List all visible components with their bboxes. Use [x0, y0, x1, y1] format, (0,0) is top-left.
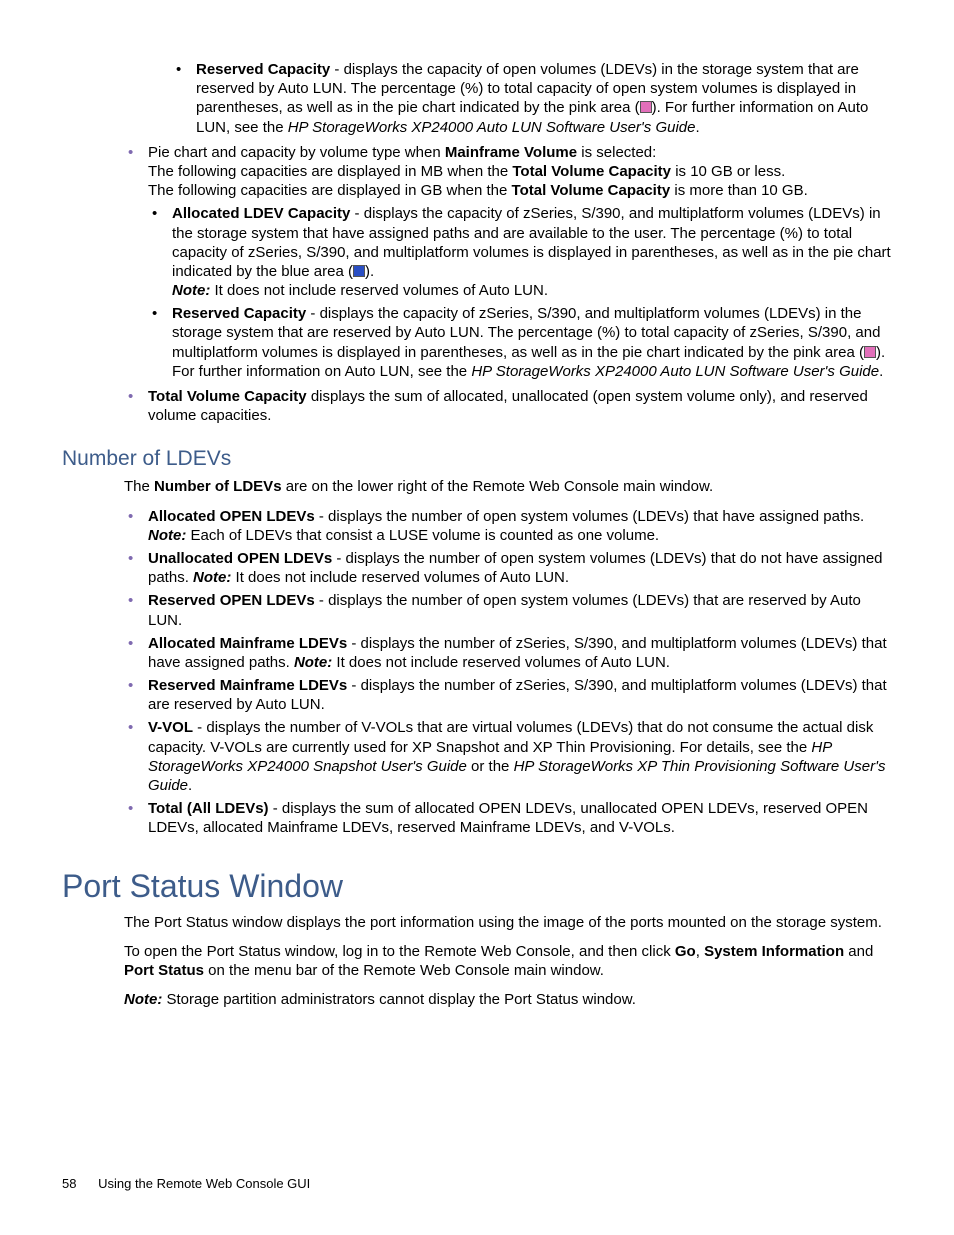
item-allocated-mainframe-ldevs: Allocated Mainframe LDEVs - displays the… — [124, 634, 892, 672]
label: Mainframe Volume — [445, 144, 577, 161]
footer-title: Using the Remote Web Console GUI — [98, 1176, 310, 1191]
port-p2: To open the Port Status window, log in t… — [124, 942, 892, 980]
item-reserved-mainframe-ldevs: Reserved Mainframe LDEVs - displays the … — [124, 676, 892, 714]
note-label: Note: — [294, 654, 332, 671]
label: Total Volume Capacity — [148, 388, 307, 405]
port-note: Note: Storage partition administrators c… — [124, 990, 892, 1009]
label: Reserved Capacity — [172, 305, 306, 322]
menu-system-information: System Information — [704, 943, 844, 960]
ldev-intro: The Number of LDEVs are on the lower rig… — [124, 477, 892, 496]
heading-port-status-window: Port Status Window — [62, 868, 892, 905]
heading-number-of-ldevs: Number of LDEVs — [62, 447, 892, 471]
text: and — [844, 943, 873, 960]
label: Reserved Capacity — [196, 61, 330, 78]
note-text: It does not include reserved volumes of … — [231, 569, 569, 586]
menu-port-status: Port Status — [124, 962, 204, 979]
page-footer: 58 Using the Remote Web Console GUI — [62, 1176, 310, 1191]
item-total-volume-capacity: Total Volume Capacity displays the sum o… — [124, 387, 892, 425]
note-label: Note: — [124, 991, 162, 1008]
label: Unallocated OPEN LDEVs — [148, 550, 332, 567]
note-text: It does not include reserved volumes of … — [332, 654, 670, 671]
item-allocated-ldev-capacity: Allocated LDEV Capacity - displays the c… — [148, 204, 892, 300]
note-label: Note: — [172, 282, 210, 299]
pink-swatch-icon — [640, 101, 652, 113]
item-pie-mainframe: Pie chart and capacity by volume type wh… — [124, 143, 892, 381]
page-number: 58 — [62, 1176, 76, 1191]
label: Number of LDEVs — [154, 478, 282, 495]
note-label: Note: — [193, 569, 231, 586]
text: - displays the number of open system vol… — [315, 508, 864, 525]
pink-swatch-icon — [864, 346, 876, 358]
label: V-VOL — [148, 719, 193, 736]
text: To open the Port Status window, log in t… — [124, 943, 675, 960]
text: The following capacities are displayed i… — [148, 182, 512, 199]
text: is more than 10 GB. — [670, 182, 808, 199]
text: ). — [365, 263, 374, 280]
text: are on the lower right of the Remote Web… — [282, 478, 714, 495]
item-reserved-capacity-open: Reserved Capacity - displays the capacit… — [172, 60, 892, 137]
item-reserved-open-ldevs: Reserved OPEN LDEVs - displays the numbe… — [124, 591, 892, 629]
item-v-vol: V-VOL - displays the number of V-VOLs th… — [124, 718, 892, 795]
item-reserved-capacity-mainframe: Reserved Capacity - displays the capacit… — [148, 304, 892, 381]
label: Reserved OPEN LDEVs — [148, 592, 315, 609]
note-label: Note: — [148, 527, 186, 544]
text: . — [879, 363, 883, 380]
text: is 10 GB or less. — [671, 163, 785, 180]
note-text: Storage partition administrators cannot … — [162, 991, 636, 1008]
text: or the — [467, 758, 514, 775]
ref: HP StorageWorks XP24000 Auto LUN Softwar… — [288, 119, 696, 136]
port-content: The Port Status window displays the port… — [124, 913, 892, 1010]
label: Total (All LDEVs) — [148, 800, 269, 817]
note-text: It does not include reserved volumes of … — [210, 282, 548, 299]
text: on the menu bar of the Remote Web Consol… — [204, 962, 604, 979]
text: - displays the number of V-VOLs that are… — [148, 719, 873, 755]
port-p1: The Port Status window displays the port… — [124, 913, 892, 932]
ldev-content: The Number of LDEVs are on the lower rig… — [124, 477, 892, 837]
item-unallocated-open-ldevs: Unallocated OPEN LDEVs - displays the nu… — [124, 549, 892, 587]
item-total-all-ldevs: Total (All LDEVs) - displays the sum of … — [124, 799, 892, 837]
page: Reserved Capacity - displays the capacit… — [0, 0, 954, 1235]
label: Allocated LDEV Capacity — [172, 205, 350, 222]
menu-go: Go — [675, 943, 696, 960]
item-allocated-open-ldevs: Allocated OPEN LDEVs - displays the numb… — [124, 507, 892, 545]
label: Total Volume Capacity — [512, 182, 671, 199]
text: . — [696, 119, 700, 136]
text: , — [696, 943, 704, 960]
text: Pie chart and capacity by volume type wh… — [148, 144, 445, 161]
text: . — [188, 777, 192, 794]
label: Allocated Mainframe LDEVs — [148, 635, 347, 652]
note-text: Each of LDEVs that consist a LUSE volume… — [186, 527, 659, 544]
blue-swatch-icon — [353, 265, 365, 277]
label: Total Volume Capacity — [512, 163, 671, 180]
ref: HP StorageWorks XP24000 Auto LUN Softwar… — [471, 363, 879, 380]
text: The — [124, 478, 154, 495]
label: Reserved Mainframe LDEVs — [148, 677, 347, 694]
text: The following capacities are displayed i… — [148, 163, 512, 180]
body-content: Reserved Capacity - displays the capacit… — [124, 60, 892, 425]
text: is selected: — [577, 144, 656, 161]
label: Allocated OPEN LDEVs — [148, 508, 315, 525]
